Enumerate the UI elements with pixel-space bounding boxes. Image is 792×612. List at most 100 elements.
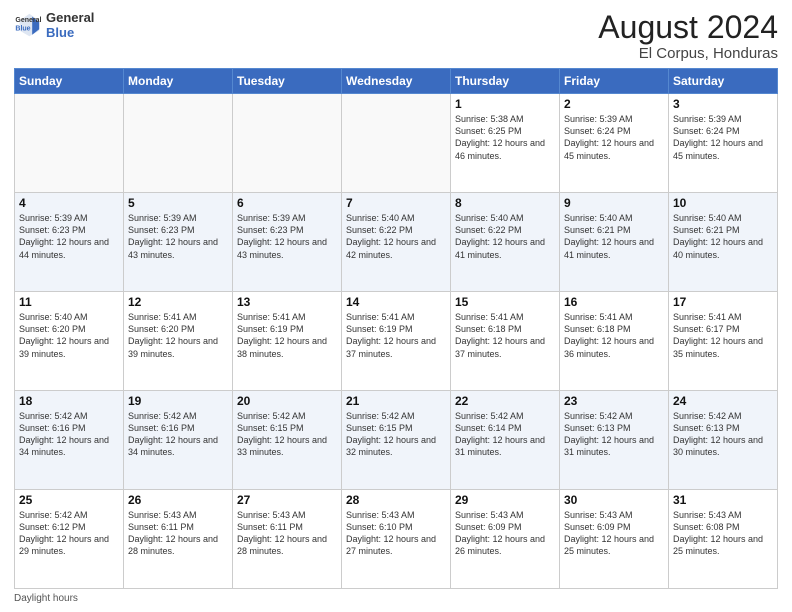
day-number: 13: [237, 295, 337, 309]
day-number: 30: [564, 493, 664, 507]
day-number: 21: [346, 394, 446, 408]
day-number: 6: [237, 196, 337, 210]
table-row: 28Sunrise: 5:43 AMSunset: 6:10 PMDayligh…: [342, 490, 451, 589]
day-number: 12: [128, 295, 228, 309]
table-row: [124, 94, 233, 193]
day-info: Sunrise: 5:43 AMSunset: 6:09 PMDaylight:…: [564, 509, 664, 558]
table-row: 29 Sunrise: 5:43 AMSunset: 6:09 PMDayligh…: [451, 490, 560, 589]
day-number: 29: [455, 493, 555, 507]
col-wednesday: Wednesday: [342, 69, 451, 94]
logo-icon: General Blue: [14, 11, 42, 39]
logo: General Blue General Blue: [14, 10, 94, 40]
day-number: 26: [128, 493, 228, 507]
day-number: 20: [237, 394, 337, 408]
table-row: 19Sunrise: 5:42 AMSunset: 6:16 PMDayligh…: [124, 391, 233, 490]
day-number: 4: [19, 196, 119, 210]
day-number: 28: [346, 493, 446, 507]
day-number: 27: [237, 493, 337, 507]
calendar-header-row: Sunday Monday Tuesday Wednesday Thursday…: [15, 69, 778, 94]
table-row: 31Sunrise: 5:43 AMSunset: 6:08 PMDayligh…: [669, 490, 778, 589]
table-row: 13 Sunrise: 5:41 AMSunset: 6:19 PMDayligh…: [233, 292, 342, 391]
col-monday: Monday: [124, 69, 233, 94]
table-row: 9 Sunrise: 5:40 AMSunset: 6:21 PMDaylight…: [560, 193, 669, 292]
calendar-table: Sunday Monday Tuesday Wednesday Thursday…: [14, 68, 778, 589]
day-info: Sunrise: 5:42 AMSunset: 6:13 PMDaylight:…: [564, 410, 664, 459]
calendar-week-row: 11Sunrise: 5:40 AMSunset: 6:20 PMDayligh…: [15, 292, 778, 391]
table-row: 23 Sunrise: 5:42 AMSunset: 6:13 PMDayligh…: [560, 391, 669, 490]
day-info: Sunrise: 5:41 AMSunset: 6:18 PMDaylight:…: [455, 311, 555, 360]
table-row: 22 Sunrise: 5:42 AMSunset: 6:14 PMDayligh…: [451, 391, 560, 490]
calendar-week-row: 18 Sunrise: 5:42 AMSunset: 6:16 PMDayligh…: [15, 391, 778, 490]
day-info: Sunrise: 5:39 AMSunset: 6:24 PMDaylight:…: [673, 113, 773, 162]
col-sunday: Sunday: [15, 69, 124, 94]
day-info: Sunrise: 5:38 AMSunset: 6:25 PMDaylight:…: [455, 113, 555, 162]
day-number: 19: [128, 394, 228, 408]
day-number: 5: [128, 196, 228, 210]
day-number: 18: [19, 394, 119, 408]
logo-general: General: [46, 10, 94, 25]
day-info: Sunrise: 5:40 AMSunset: 6:21 PMDaylight:…: [673, 212, 773, 261]
title-area: August 2024 El Corpus, Honduras: [598, 10, 778, 62]
table-row: 3Sunrise: 5:39 AMSunset: 6:24 PMDaylight…: [669, 94, 778, 193]
day-info: Sunrise: 5:40 AMSunset: 6:21 PMDaylight:…: [564, 212, 664, 261]
day-info: Sunrise: 5:39 AMSunset: 6:23 PMDaylight:…: [128, 212, 228, 261]
day-number: 22: [455, 394, 555, 408]
calendar-week-row: 4 Sunrise: 5:39 AMSunset: 6:23 PMDaylight…: [15, 193, 778, 292]
footer: Daylight hours: [14, 593, 778, 604]
day-info: Sunrise: 5:41 AMSunset: 6:19 PMDaylight:…: [237, 311, 337, 360]
day-info: Sunrise: 5:40 AMSunset: 6:22 PMDaylight:…: [455, 212, 555, 261]
table-row: [15, 94, 124, 193]
day-info: Sunrise: 5:42 AMSunset: 6:13 PMDaylight:…: [673, 410, 773, 459]
day-info: Sunrise: 5:41 AMSunset: 6:20 PMDaylight:…: [128, 311, 228, 360]
day-number: 1: [455, 97, 555, 111]
svg-text:General: General: [15, 17, 41, 24]
day-info: Sunrise: 5:41 AMSunset: 6:18 PMDaylight:…: [564, 311, 664, 360]
day-number: 17: [673, 295, 773, 309]
day-number: 10: [673, 196, 773, 210]
day-info: Sunrise: 5:42 AMSunset: 6:12 PMDaylight:…: [19, 509, 119, 558]
table-row: 17Sunrise: 5:41 AMSunset: 6:17 PMDayligh…: [669, 292, 778, 391]
day-info: Sunrise: 5:39 AMSunset: 6:23 PMDaylight:…: [237, 212, 337, 261]
day-number: 14: [346, 295, 446, 309]
day-number: 9: [564, 196, 664, 210]
day-info: Sunrise: 5:39 AMSunset: 6:23 PMDaylight:…: [19, 212, 119, 261]
svg-text:Blue: Blue: [15, 26, 30, 33]
table-row: 2Sunrise: 5:39 AMSunset: 6:24 PMDaylight…: [560, 94, 669, 193]
table-row: 4 Sunrise: 5:39 AMSunset: 6:23 PMDaylight…: [15, 193, 124, 292]
table-row: 8 Sunrise: 5:40 AMSunset: 6:22 PMDaylight…: [451, 193, 560, 292]
table-row: 1 Sunrise: 5:38 AMSunset: 6:25 PMDaylight…: [451, 94, 560, 193]
day-info: Sunrise: 5:41 AMSunset: 6:19 PMDaylight:…: [346, 311, 446, 360]
day-number: 31: [673, 493, 773, 507]
day-info: Sunrise: 5:39 AMSunset: 6:24 PMDaylight:…: [564, 113, 664, 162]
day-info: Sunrise: 5:42 AMSunset: 6:14 PMDaylight:…: [455, 410, 555, 459]
daylight-label: Daylight hours: [14, 593, 78, 604]
table-row: 27 Sunrise: 5:43 AMSunset: 6:11 PMDayligh…: [233, 490, 342, 589]
table-row: 7Sunrise: 5:40 AMSunset: 6:22 PMDaylight…: [342, 193, 451, 292]
day-number: 25: [19, 493, 119, 507]
day-number: 24: [673, 394, 773, 408]
col-saturday: Saturday: [669, 69, 778, 94]
table-row: 12 Sunrise: 5:41 AMSunset: 6:20 PMDayligh…: [124, 292, 233, 391]
day-info: Sunrise: 5:43 AMSunset: 6:09 PMDaylight:…: [455, 509, 555, 558]
day-number: 15: [455, 295, 555, 309]
table-row: 24 Sunrise: 5:42 AMSunset: 6:13 PMDayligh…: [669, 391, 778, 490]
table-row: [342, 94, 451, 193]
table-row: 15 Sunrise: 5:41 AMSunset: 6:18 PMDayligh…: [451, 292, 560, 391]
logo-blue: Blue: [46, 25, 94, 40]
day-info: Sunrise: 5:40 AMSunset: 6:22 PMDaylight:…: [346, 212, 446, 261]
day-info: Sunrise: 5:43 AMSunset: 6:11 PMDaylight:…: [237, 509, 337, 558]
table-row: 25 Sunrise: 5:42 AMSunset: 6:12 PMDayligh…: [15, 490, 124, 589]
table-row: 10 Sunrise: 5:40 AMSunset: 6:21 PMDayligh…: [669, 193, 778, 292]
day-info: Sunrise: 5:42 AMSunset: 6:15 PMDaylight:…: [346, 410, 446, 459]
day-info: Sunrise: 5:42 AMSunset: 6:16 PMDaylight:…: [19, 410, 119, 459]
month-title: August 2024: [598, 10, 778, 45]
day-info: Sunrise: 5:40 AMSunset: 6:20 PMDaylight:…: [19, 311, 119, 360]
header: General Blue General Blue August 2024 El…: [14, 10, 778, 62]
day-number: 8: [455, 196, 555, 210]
calendar-week-row: 25 Sunrise: 5:42 AMSunset: 6:12 PMDayligh…: [15, 490, 778, 589]
day-info: Sunrise: 5:42 AMSunset: 6:15 PMDaylight:…: [237, 410, 337, 459]
table-row: 16Sunrise: 5:41 AMSunset: 6:18 PMDayligh…: [560, 292, 669, 391]
col-thursday: Thursday: [451, 69, 560, 94]
day-number: 23: [564, 394, 664, 408]
table-row: 6 Sunrise: 5:39 AMSunset: 6:23 PMDaylight…: [233, 193, 342, 292]
